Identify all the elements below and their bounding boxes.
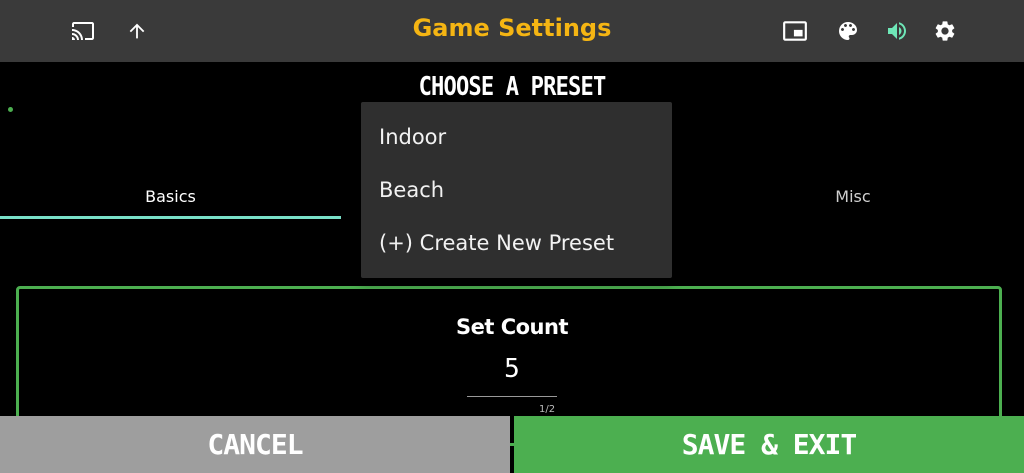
preset-dropdown-menu: Indoor Beach (+) Create New Preset bbox=[361, 102, 672, 278]
page-title: Game Settings bbox=[412, 14, 612, 42]
save-and-exit-button[interactable]: SAVE & EXIT bbox=[514, 416, 1024, 473]
gear-icon[interactable] bbox=[930, 16, 960, 46]
picture-in-picture-icon[interactable] bbox=[780, 16, 810, 46]
set-count-character-counter: 1/2 bbox=[539, 404, 556, 415]
set-count-input[interactable]: 5 bbox=[467, 354, 557, 384]
preset-heading: CHOOSE A PRESET bbox=[418, 72, 607, 102]
top-app-bar: Game Settings bbox=[0, 0, 1024, 62]
status-dot bbox=[8, 107, 13, 112]
active-tab-indicator bbox=[0, 216, 341, 219]
tab-misc[interactable]: Misc bbox=[682, 187, 1024, 206]
volume-icon[interactable] bbox=[882, 16, 912, 46]
menu-item-beach[interactable]: Beach bbox=[379, 178, 444, 202]
cancel-button[interactable]: CANCEL bbox=[0, 416, 510, 473]
menu-item-create-new-preset[interactable]: (+) Create New Preset bbox=[379, 231, 614, 255]
palette-icon[interactable] bbox=[833, 16, 863, 46]
tab-basics[interactable]: Basics bbox=[0, 187, 341, 206]
menu-item-indoor[interactable]: Indoor bbox=[379, 125, 446, 149]
set-count-label: Set Count bbox=[456, 315, 569, 339]
set-count-underline bbox=[467, 396, 557, 397]
